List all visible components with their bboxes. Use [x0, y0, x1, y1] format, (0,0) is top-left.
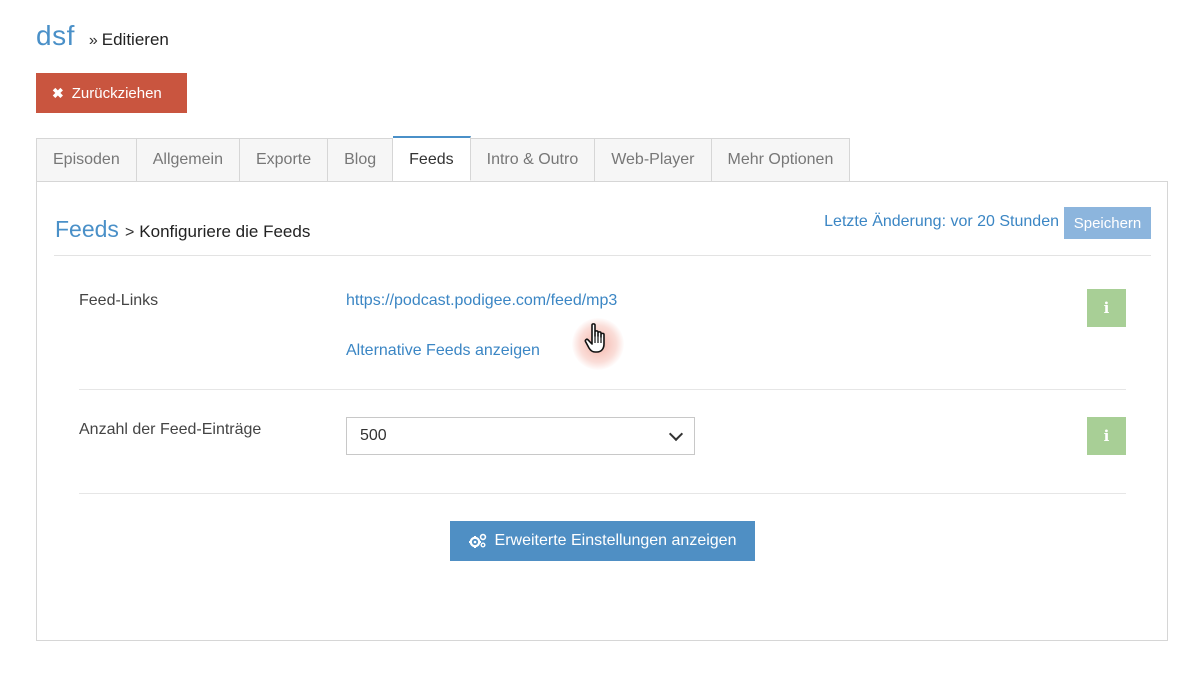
info-icon: i: [1103, 299, 1110, 317]
page-title: dsf » Editieren: [36, 20, 169, 52]
panel-title: Feeds: [55, 216, 119, 242]
last-change-status: Letzte Änderung: vor 20 Stunden: [824, 213, 1059, 230]
header-divider: [54, 255, 1151, 256]
close-icon: ✖: [52, 84, 64, 101]
tab-blog[interactable]: Blog: [328, 138, 394, 182]
panel-breadcrumb: Feeds > Konfiguriere die Feeds: [55, 216, 310, 243]
tab-feeds[interactable]: Feeds: [393, 136, 471, 181]
alternative-feeds-link[interactable]: Alternative Feeds anzeigen: [346, 342, 540, 360]
withdraw-label: Zurückziehen: [71, 84, 162, 102]
feeds-panel: Feeds > Konfiguriere die Feeds Letzte Än…: [36, 181, 1168, 641]
tab-mehr-optionen[interactable]: Mehr Optionen: [711, 138, 851, 182]
breadcrumb-current: Editieren: [101, 30, 169, 49]
tab-exporte[interactable]: Exporte: [239, 138, 329, 182]
feed-links-label: Feed-Links: [79, 292, 159, 309]
feed-entries-value: 500: [360, 427, 387, 444]
row-divider: [79, 493, 1126, 494]
tab-episoden[interactable]: Episoden: [36, 138, 137, 182]
advanced-settings-label: Erweiterte Einstellungen anzeigen: [494, 532, 737, 549]
advanced-settings-button[interactable]: Erweiterte Einstellungen anzeigen: [450, 521, 755, 561]
podcast-name[interactable]: dsf: [36, 20, 75, 52]
mouse-cursor: [572, 318, 624, 370]
chevron-down-icon: [668, 426, 684, 441]
tab-allgemein[interactable]: Allgemein: [136, 138, 240, 182]
feed-entries-select[interactable]: 500: [346, 417, 695, 455]
gears-icon: [468, 533, 487, 549]
tab-web-player[interactable]: Web-Player: [595, 138, 712, 182]
save-button[interactable]: Speichern: [1064, 207, 1151, 239]
row-divider: [79, 389, 1126, 390]
info-icon: i: [1103, 427, 1110, 445]
withdraw-button[interactable]: ✖ Zurückziehen: [36, 73, 187, 113]
tab-bar: Episoden Allgemein Exporte Blog Feeds In…: [36, 136, 851, 182]
panel-subtitle: Konfiguriere die Feeds: [139, 222, 311, 241]
breadcrumb-separator: »: [88, 32, 98, 49]
tab-intro-outro[interactable]: Intro & Outro: [470, 138, 596, 182]
panel-separator: >: [124, 224, 135, 241]
hand-cursor-icon: [584, 322, 612, 361]
feed-entries-label: Anzahl der Feed-Einträge: [79, 421, 262, 438]
feed-links-info-button[interactable]: i: [1087, 289, 1126, 327]
feed-entries-info-button[interactable]: i: [1087, 417, 1126, 455]
feed-url-link[interactable]: https://podcast.podigee.com/feed/mp3: [346, 292, 617, 310]
